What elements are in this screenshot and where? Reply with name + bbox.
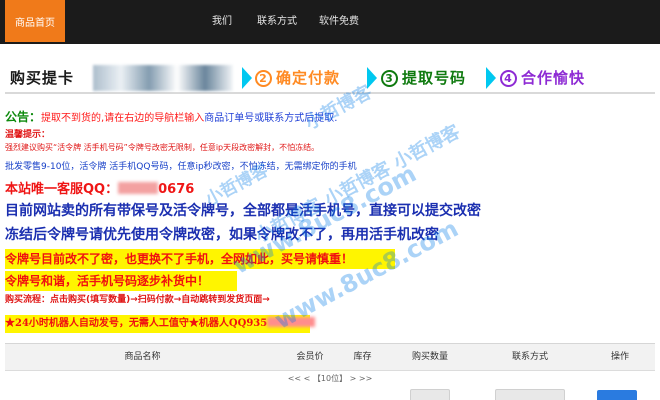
announcement-label: 公告： bbox=[5, 110, 42, 124]
step-3-number: 3 bbox=[381, 70, 398, 87]
product-table: 商品名称 会员价 库存 购买数量 联系方式 操作 << < 【10位】 > >> bbox=[5, 343, 655, 400]
step-4-label: 4 合作愉快 bbox=[500, 62, 585, 94]
header-member-price: 会员价 bbox=[296, 352, 324, 362]
header-quantity: 购买数量 bbox=[411, 352, 448, 362]
step-arrow-icon bbox=[367, 67, 377, 89]
quantity-input[interactable] bbox=[410, 389, 450, 400]
top-nav-bar: 商品首页 我们 联系方式 软件免费 bbox=[0, 0, 660, 44]
announcement-text: 提取不到货的,请在右边的导航栏输入 bbox=[41, 113, 205, 124]
step-4-text: 合作愉快 bbox=[521, 69, 586, 87]
table-header: 商品名称 会员价 库存 购买数量 联系方式 操作 bbox=[5, 344, 655, 371]
header-operation: 操作 bbox=[610, 352, 629, 362]
tip-heading: 温馨提示： bbox=[5, 130, 51, 140]
step-3-label: 3 提取号码 bbox=[381, 62, 466, 94]
step-4-number: 4 bbox=[500, 70, 517, 87]
batch-text: 批发零售9-10位，活令牌 活手机QQ号码，任意ip秒改密，不怕冻结，无需绑定你… bbox=[5, 162, 357, 172]
service-qq-suffix: 0676 bbox=[158, 182, 195, 197]
service-qq-line: 本站唯一客服QQ： 0676 bbox=[5, 178, 194, 197]
steps-banner: 购买提卡 2 确定付款 3 提取号码 4 合作愉快 bbox=[5, 62, 655, 94]
qq-redaction bbox=[118, 182, 159, 194]
step-2-number: 2 bbox=[255, 70, 272, 87]
notice-big-line-1: 目前网站卖的所有带保号及活令牌号，全部都是活手机号，直接可以提交改密 bbox=[5, 203, 481, 219]
step-3-text: 提取号码 bbox=[402, 69, 467, 87]
nav-contact-link[interactable]: 联系方式 bbox=[257, 0, 297, 44]
step-arrow-icon bbox=[242, 67, 252, 89]
buy-button[interactable] bbox=[597, 390, 637, 400]
step-2-label: 2 确定付款 bbox=[255, 62, 340, 94]
header-contact: 联系方式 bbox=[511, 352, 548, 362]
auto-delivery-line: ★24小时机器人自动发号，无需人工值守★机器人QQ935 bbox=[5, 315, 316, 333]
blurred-site-name bbox=[93, 65, 233, 91]
highlight-warning-2: 令牌号和谐，活手机号码逐步补货中！ bbox=[5, 271, 237, 291]
contact-input[interactable] bbox=[495, 389, 565, 400]
step-2-text: 确定付款 bbox=[276, 69, 341, 87]
nav-software-link[interactable]: 软件免费 bbox=[319, 0, 359, 44]
header-stock: 库存 bbox=[353, 352, 372, 362]
step-arrow-icon bbox=[486, 67, 496, 89]
header-product-name: 商品名称 bbox=[124, 352, 161, 362]
highlight-warning-1: 令牌号目前改不了密，也更换不了手机，全网如此，买号请慎重！ bbox=[5, 249, 395, 269]
service-qq-prefix: 本站唯一客服QQ： bbox=[5, 182, 119, 197]
robot-qq-redaction bbox=[267, 317, 316, 327]
step-1-label: 购买提卡 bbox=[10, 69, 75, 87]
announcement-line: 公告：提取不到货的,请在右边的导航栏输入商品订单号或联系方式后提取. bbox=[5, 108, 337, 125]
auto-delivery-text: ★24小时机器人自动发号，无需人工值守★机器人QQ935 bbox=[5, 318, 268, 329]
notice-big-line-2: 冻结后令牌号请优先使用令牌改密，如果令牌改不了，再用活手机改密 bbox=[5, 227, 439, 243]
nav-home-tab[interactable]: 商品首页 bbox=[5, 0, 65, 42]
purchase-flow-text: 购买流程：点击购买(填写数量)→扫码付款→自动跳转到发货页面→ bbox=[5, 295, 270, 305]
announcement-tail: 商品订单号或联系方式后提取. bbox=[204, 113, 338, 124]
nav-about-link[interactable]: 我们 bbox=[212, 0, 232, 44]
table-row bbox=[5, 387, 655, 400]
advice-text: 强烈建议购买“活令牌 活手机号码”令牌号改密无限制，任意ip天段改密解封，不怕冻… bbox=[5, 143, 320, 152]
category-pager[interactable]: << < 【10位】 > >> bbox=[5, 372, 655, 386]
